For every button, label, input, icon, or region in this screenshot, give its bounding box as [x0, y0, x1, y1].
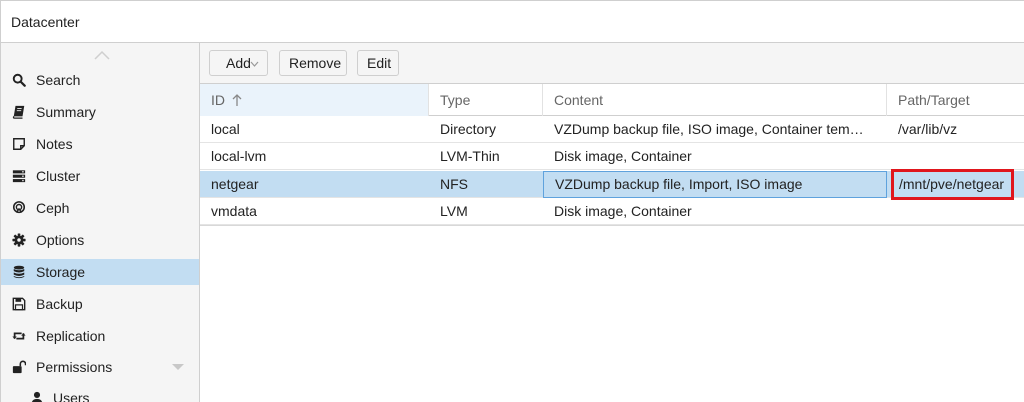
remove-button[interactable]: Remove	[279, 50, 347, 76]
cell-path	[887, 198, 1024, 225]
sidebar-item-label: Notes	[36, 136, 73, 152]
sidebar-item-options[interactable]: Options	[1, 227, 199, 253]
table-row[interactable]: local Directory VZDump backup file, ISO …	[200, 116, 1024, 143]
caret-down-icon	[250, 61, 259, 67]
sidebar-item-summary[interactable]: Summary	[1, 99, 199, 125]
sidebar-item-ceph[interactable]: Ceph	[1, 195, 199, 221]
search-icon	[11, 72, 27, 88]
page-title: Datacenter	[11, 14, 80, 30]
database-icon	[11, 264, 27, 280]
sidebar-item-cluster[interactable]: Cluster	[1, 163, 199, 189]
storage-panel: Add Remove Edit ID Type Content Path/Tar…	[200, 43, 1024, 402]
unlock-icon	[11, 359, 27, 375]
table-row[interactable]: local-lvm LVM-Thin Disk image, Container	[200, 143, 1024, 170]
column-header-label: ID	[211, 92, 225, 108]
table-row[interactable]: vmdata LVM Disk image, Container	[200, 198, 1024, 225]
ceph-icon	[11, 200, 27, 216]
cell-content: VZDump backup file, ISO image, Container…	[554, 121, 864, 137]
column-header-type[interactable]: Type	[429, 84, 543, 116]
sidebar-item-label: Users	[53, 390, 90, 402]
cell-type: LVM	[440, 203, 468, 219]
cell-path: /var/lib/vz	[898, 121, 958, 137]
sidebar-item-storage[interactable]: Storage	[1, 259, 199, 285]
sidebar-item-label: Ceph	[36, 200, 70, 216]
cell-type: Directory	[440, 121, 497, 137]
cell-id: local-lvm	[211, 148, 267, 164]
cell-type: LVM-Thin	[440, 148, 500, 164]
table-divider	[200, 225, 1024, 226]
sidebar-item-replication[interactable]: Replication	[1, 323, 199, 349]
column-header-label: Type	[440, 92, 471, 108]
sidebar-item-search[interactable]: Search	[1, 67, 199, 93]
cell-path: /mnt/pve/netgear	[899, 176, 1005, 192]
cell-content: Disk image, Container	[554, 203, 692, 219]
column-header-content[interactable]: Content	[543, 84, 887, 116]
column-header-label: Path/Target	[898, 92, 970, 108]
scroll-up-icon[interactable]	[93, 49, 111, 61]
sidebar-item-label: Search	[36, 72, 81, 88]
server-icon	[11, 168, 27, 184]
sidebar-item-notes[interactable]: Notes	[1, 131, 199, 157]
user-icon	[29, 390, 45, 402]
sidebar-item-label: Backup	[36, 296, 83, 312]
add-button[interactable]: Add	[209, 50, 268, 76]
column-header-path[interactable]: Path/Target	[887, 84, 1024, 116]
sidebar-item-label: Cluster	[36, 168, 81, 184]
sidebar-item-label: Permissions	[36, 359, 113, 375]
book-icon	[11, 104, 27, 120]
gear-icon	[11, 232, 27, 248]
note-icon	[11, 136, 27, 152]
sidebar-item-label: Options	[36, 232, 85, 248]
cell-id: vmdata	[211, 203, 257, 219]
sidebar-item-label: Replication	[36, 328, 106, 344]
cell-content: VZDump backup file, Import, ISO image	[543, 171, 887, 198]
sidebar-item-users[interactable]: Users	[1, 385, 199, 402]
sidebar-item-permissions[interactable]: Permissions	[1, 354, 199, 380]
cell-content: Disk image, Container	[554, 148, 692, 164]
sidebar-item-label: Summary	[36, 104, 96, 120]
cell-id: local	[211, 121, 240, 137]
edit-button[interactable]: Edit	[357, 50, 399, 76]
sidebar-item-label: Storage	[36, 264, 86, 280]
toolbar: Add Remove Edit	[200, 43, 1024, 84]
header-bar: Datacenter	[0, 0, 1024, 43]
sidebar-item-backup[interactable]: Backup	[1, 291, 199, 317]
column-header-id[interactable]: ID	[200, 84, 429, 116]
cell-id: netgear	[211, 176, 259, 192]
sort-ascending-icon	[232, 94, 242, 106]
retweet-icon	[11, 328, 27, 344]
cell-path	[887, 143, 1024, 170]
table-header: ID Type Content Path/Target	[200, 84, 1024, 116]
table-row-selected[interactable]: netgear NFS VZDump backup file, Import, …	[200, 171, 1024, 198]
column-header-label: Content	[554, 92, 604, 108]
add-button-label: Add	[226, 55, 251, 71]
chevron-down-icon[interactable]	[171, 363, 185, 371]
sidebar: Search Summary Notes Cluster Ceph Option…	[0, 43, 200, 402]
floppy-icon	[11, 296, 27, 312]
cell-type: NFS	[440, 176, 468, 192]
